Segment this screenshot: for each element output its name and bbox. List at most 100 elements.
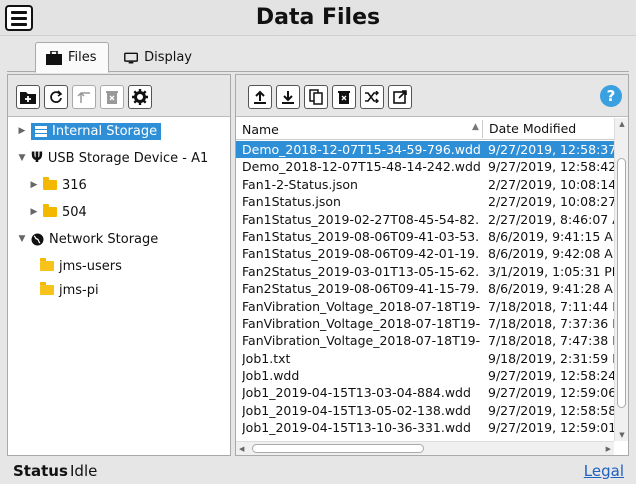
folder-tree: ▶ Internal Storage ▼ Ψ USB Storage Devic… — [8, 119, 230, 455]
table-body: Demo_2018-12-07T15-34-59-796.wdd 9/27/201… — [236, 141, 616, 437]
file-name: FanVibration_Voltage_2018-07-18T19-... — [242, 315, 480, 331]
tree-item-network[interactable]: ▼ Network Storage — [18, 228, 159, 250]
scroll-left-icon[interactable]: ◀ — [239, 442, 244, 456]
chevron-right-icon[interactable]: ▶ — [18, 126, 26, 136]
file-name: Job1.wdd — [242, 368, 300, 384]
new-folder-button[interactable] — [16, 85, 40, 109]
table-row[interactable]: Fan2Status_2019-03-01T13-05-15-62... 3/1/… — [236, 263, 616, 280]
table-row[interactable]: Fan1Status_2019-08-06T09-42-01-19... 8/6/… — [236, 245, 616, 262]
tab-label: Display — [144, 50, 192, 65]
horizontal-scrollbar[interactable]: ◀ ▶ — [236, 441, 614, 455]
file-date: 8/6/2019, 9:41:15 AM — [488, 228, 616, 244]
file-date: 9/27/2019, 12:59:06 — [488, 385, 616, 401]
file-date: 9/27/2019, 12:58:24 — [488, 368, 616, 384]
table-row[interactable]: Job1_2019-04-15T13-10-36-331.wdd 9/27/201… — [236, 419, 616, 436]
refresh-button[interactable] — [44, 85, 68, 109]
scroll-thumb[interactable] — [252, 444, 424, 453]
table-row[interactable]: Demo_2018-12-07T15-48-14-242.wdd 9/27/201… — [236, 158, 616, 175]
file-name: Demo_2018-12-07T15-34-59-796.wdd — [242, 142, 480, 157]
copy-icon — [309, 89, 323, 105]
tree-label: Internal Storage — [52, 123, 158, 139]
settings-button[interactable] — [128, 85, 152, 109]
file-name: Fan1Status_2019-08-06T09-42-01-19... — [242, 246, 480, 262]
file-date: 2/27/2019, 10:08:27 — [488, 194, 616, 210]
chevron-right-icon[interactable]: ▶ — [30, 180, 38, 190]
file-name: Demo_2018-12-07T15-48-14-242.wdd — [242, 159, 480, 175]
tree-label: jms-pi — [59, 282, 99, 298]
delete-button[interactable] — [100, 85, 124, 109]
tab-display[interactable]: Display — [113, 42, 203, 73]
file-date: 2/27/2019, 8:46:07 A — [488, 211, 616, 227]
tree-label: Network Storage — [49, 231, 159, 247]
table-row[interactable]: Job1.txt 9/18/2019, 2:31:59 P — [236, 350, 616, 367]
status-value: Idle — [70, 462, 98, 480]
tab-label: Files — [68, 50, 97, 65]
file-name: Job1.txt — [242, 350, 291, 366]
vertical-scrollbar[interactable]: ▲ ▼ — [614, 118, 628, 441]
storage-list-icon — [35, 125, 47, 137]
move-button[interactable] — [360, 85, 384, 109]
file-toolbar: ? — [236, 75, 628, 117]
table-row[interactable]: Fan1Status_2019-02-27T08-45-54-82... 2/27… — [236, 211, 616, 228]
scroll-thumb[interactable] — [617, 158, 626, 408]
table-row[interactable]: FanVibration_Voltage_2018-07-18T19-... 7/… — [236, 332, 616, 349]
status-bar: Status Idle Legal — [0, 458, 636, 484]
download-button[interactable] — [276, 85, 300, 109]
open-button[interactable] — [388, 85, 412, 109]
copy-button[interactable] — [304, 85, 328, 109]
tab-files[interactable]: Files — [35, 42, 109, 73]
status-label: Status — [13, 462, 68, 480]
file-name: Job1_2019-04-15T13-05-02-138.wdd — [242, 402, 471, 418]
file-date: 2/27/2019, 10:08:14 — [488, 176, 616, 192]
file-name: Fan2Status_2019-08-06T09-41-15-79... — [242, 281, 480, 297]
file-name: Fan1Status_2019-02-27T08-45-54-82... — [242, 211, 480, 227]
table-row[interactable]: Fan1Status_2019-08-06T09-41-03-53... 8/6/… — [236, 228, 616, 245]
table-row[interactable]: Demo_2018-12-07T15-34-59-796.wdd 9/27/201… — [236, 141, 616, 159]
upload-button[interactable] — [248, 85, 272, 109]
file-name: FanVibration_Voltage_2018-07-18T19-... — [242, 298, 480, 314]
folder-tree-panel: ▶ Internal Storage ▼ Ψ USB Storage Devic… — [7, 74, 231, 456]
table-row[interactable]: Job1.wdd 9/27/2019, 12:58:24 — [236, 367, 616, 384]
table-row[interactable]: Fan1-2-Status.json 2/27/2019, 10:08:14 — [236, 176, 616, 193]
scroll-up-icon[interactable]: ▲ — [615, 120, 629, 128]
tree-label: 504 — [62, 204, 87, 220]
tree-item-jms-users[interactable]: jms-users — [40, 255, 122, 277]
table-row[interactable]: Job1_2019-04-15T13-05-02-138.wdd 9/27/201… — [236, 402, 616, 419]
page-title: Data Files — [255, 5, 381, 30]
file-date: 8/6/2019, 9:41:28 AM — [488, 281, 616, 297]
column-header-date[interactable]: Date Modified — [482, 120, 576, 138]
column-header-name[interactable]: Name — [242, 122, 279, 137]
delete-icon — [338, 91, 350, 104]
table-row[interactable]: FanVibration_Voltage_2018-07-18T19-... 7/… — [236, 315, 616, 332]
table-row[interactable]: Fan1Status.json 2/27/2019, 10:08:27 — [236, 193, 616, 210]
delete-file-button[interactable] — [332, 85, 356, 109]
tree-item-folder-316[interactable]: ▶ 316 — [30, 174, 87, 196]
up-icon — [77, 91, 90, 103]
file-date: 7/18/2018, 7:37:36 P — [488, 315, 616, 331]
upload-icon — [254, 90, 266, 104]
tree-item-internal-storage[interactable]: ▶ Internal Storage — [18, 120, 162, 142]
chevron-down-icon[interactable]: ▼ — [18, 153, 26, 163]
up-button[interactable] — [72, 85, 96, 109]
help-button[interactable]: ? — [600, 85, 622, 107]
tree-item-folder-504[interactable]: ▶ 504 — [30, 201, 87, 223]
file-table: Name ▲ Date Modified Demo_2018-12-07T15-… — [236, 118, 628, 455]
delete-icon — [106, 91, 118, 104]
file-date: 9/18/2019, 2:31:59 P — [488, 350, 616, 366]
file-name: Fan2Status_2019-03-01T13-05-15-62... — [242, 263, 480, 279]
legal-link[interactable]: Legal — [584, 462, 624, 480]
table-row[interactable]: FanVibration_Voltage_2018-07-18T19-... 7/… — [236, 298, 616, 315]
table-row[interactable]: Job1_2019-04-15T13-03-04-884.wdd 9/27/201… — [236, 384, 616, 401]
file-name: FanVibration_Voltage_2018-07-18T19-... — [242, 333, 480, 349]
table-row[interactable]: Fan2Status_2019-08-06T09-41-15-79... 8/6/… — [236, 280, 616, 297]
open-external-icon — [393, 90, 407, 104]
file-name: Fan1Status_2019-08-06T09-41-03-53... — [242, 228, 480, 244]
hamburger-icon — [11, 10, 27, 14]
tree-item-jms-pi[interactable]: jms-pi — [40, 279, 99, 301]
scroll-right-icon[interactable]: ▶ — [606, 442, 611, 456]
tree-item-usb[interactable]: ▼ Ψ USB Storage Device - A1 — [18, 147, 209, 169]
menu-button[interactable] — [5, 5, 33, 31]
scroll-down-icon[interactable]: ▼ — [615, 431, 629, 439]
chevron-down-icon[interactable]: ▼ — [18, 234, 26, 244]
chevron-right-icon[interactable]: ▶ — [30, 207, 38, 217]
